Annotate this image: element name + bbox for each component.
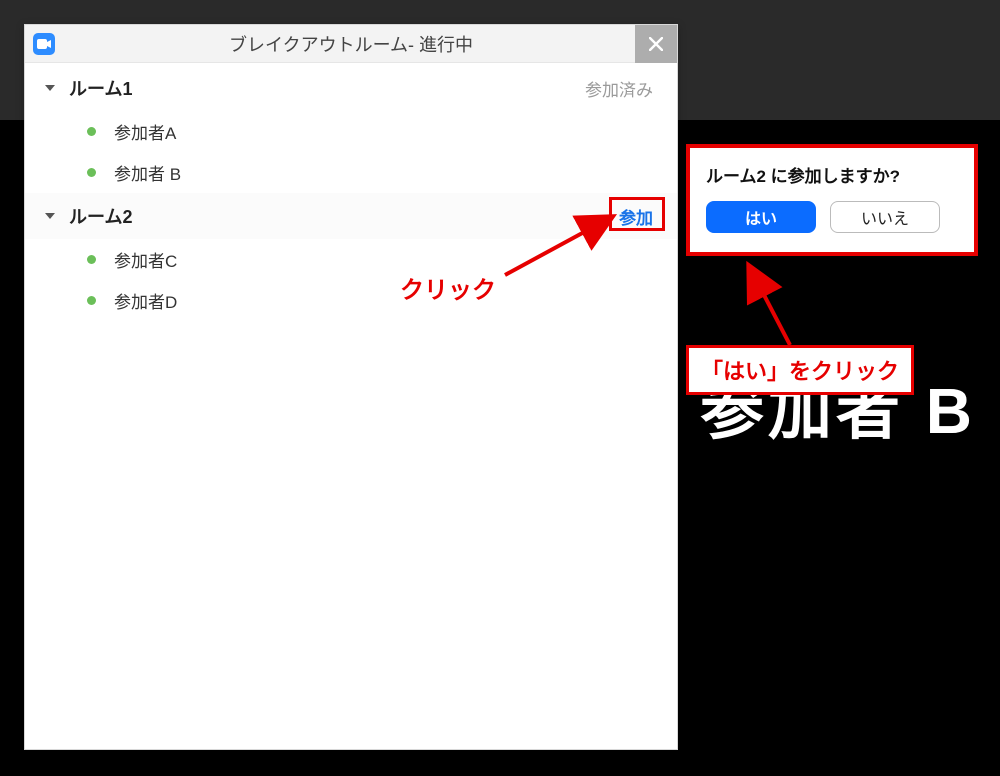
- join-link[interactable]: 参加: [619, 204, 653, 229]
- participant-row[interactable]: 参加者A: [25, 111, 677, 152]
- room-header-1[interactable]: ルーム1 参加済み: [25, 65, 677, 111]
- room-name: ルーム1: [69, 75, 132, 101]
- room-header-2[interactable]: ルーム2 参加: [25, 193, 677, 239]
- status-dot-icon: [87, 296, 96, 305]
- participant-name: 参加者 B: [114, 160, 181, 185]
- join-confirm-dialog: ルーム2 に参加しますか? はい いいえ: [686, 144, 978, 256]
- rooms-list: ルーム1 参加済み 参加者A 参加者 B ルーム2 参加 参加者C 参加者D: [25, 63, 677, 749]
- annotation-click-yes-label: 「はい」をクリック: [686, 345, 914, 395]
- breakout-rooms-window: ブレイクアウトルーム- 進行中 ルーム1 参加済み 参加者A 参加者 B ルーム…: [24, 24, 678, 750]
- participant-row[interactable]: 参加者 B: [25, 152, 677, 193]
- close-button[interactable]: [635, 25, 677, 63]
- participant-name: 参加者A: [114, 119, 176, 144]
- participant-row[interactable]: 参加者C: [25, 239, 677, 280]
- status-dot-icon: [87, 168, 96, 177]
- titlebar: ブレイクアウトルーム- 進行中: [25, 25, 677, 63]
- confirm-no-button[interactable]: いいえ: [830, 201, 940, 233]
- status-dot-icon: [87, 255, 96, 264]
- chevron-down-icon: [45, 213, 55, 219]
- window-title: ブレイクアウトルーム- 進行中: [25, 31, 677, 57]
- annotation-click-label: クリック: [400, 270, 496, 305]
- status-dot-icon: [87, 127, 96, 136]
- annotation-arrow-to-yes: [730, 260, 820, 350]
- confirm-yes-button[interactable]: はい: [706, 201, 816, 233]
- confirm-buttons: はい いいえ: [706, 201, 958, 233]
- confirm-title: ルーム2 に参加しますか?: [706, 162, 958, 187]
- chevron-down-icon: [45, 85, 55, 91]
- room-status-joined: 参加済み: [585, 76, 653, 101]
- room-name: ルーム2: [69, 203, 132, 229]
- participant-name: 参加者D: [114, 288, 177, 313]
- close-icon: [649, 37, 663, 51]
- participant-name: 参加者C: [114, 247, 177, 272]
- participant-row[interactable]: 参加者D: [25, 280, 677, 321]
